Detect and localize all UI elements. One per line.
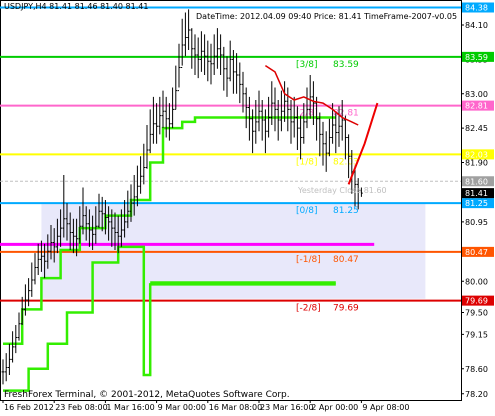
y-tick-label: 79.15 xyxy=(465,330,488,339)
y-tick-label: 80.00 xyxy=(465,277,488,286)
murray-level-value: 79.69 xyxy=(333,304,359,314)
murray-level-label: [-2/8] xyxy=(296,304,321,314)
price-tag-text: 82.81 xyxy=(465,102,488,111)
murray-level-value: 81.25 xyxy=(333,206,359,216)
y-tick-label: 83.00 xyxy=(465,90,488,99)
current-price-tag-text: 81.41 xyxy=(465,189,488,198)
x-tick-label: 9 Mar 00:00 xyxy=(158,403,206,412)
murray-level-value: 83.59 xyxy=(333,60,359,70)
x-tick-label: 2 Apr 00:00 xyxy=(311,403,358,412)
y-tick-label: 79.50 xyxy=(465,309,488,318)
y-tick-label: 84.10 xyxy=(465,21,488,30)
x-tick-label: 1 Mar 16:00 xyxy=(106,403,154,412)
y-tick-label: 81.90 xyxy=(465,159,488,168)
price-tag-text: 81.25 xyxy=(465,199,488,208)
price-tag-text: 84.38 xyxy=(465,4,488,13)
murray-level-label: [3/8] xyxy=(296,60,318,70)
yesterday-close-label: Yesterday Close 81.60 xyxy=(297,186,387,195)
x-tick-label: 23 Mar 16:00 xyxy=(260,403,313,412)
copyright-text: FreshForex Terminal, © 2001-2012, MetaQu… xyxy=(4,390,290,400)
x-tick-label: 23 Feb 08:00 xyxy=(55,403,107,412)
y-tick-label: 78.60 xyxy=(465,365,488,374)
price-tag-text: 79.69 xyxy=(465,297,488,306)
indicator-info: DateTime: 2012.04.09 09:40 Price: 81.41 … xyxy=(196,12,457,21)
murray-level-label: [0/8] xyxy=(296,206,318,216)
current-price-tag-text: 81.60 xyxy=(465,177,488,186)
murray-level-label: [1/8] xyxy=(296,157,318,167)
y-tick-label: 78.20 xyxy=(465,390,488,399)
y-tick-label: 80.95 xyxy=(465,218,488,227)
y-tick-label: 82.45 xyxy=(465,124,488,133)
x-tick-label: 16 Mar 08:00 xyxy=(209,403,262,412)
x-tick-label: 9 Apr 08:00 xyxy=(362,403,409,412)
price-chart[interactable]: [3/8]83.59[2/8]82.81[1/8]82.03[0/8]81.25… xyxy=(0,0,495,416)
price-tag-text: 83.59 xyxy=(465,53,488,62)
murray-level-label: [-1/8] xyxy=(296,255,321,265)
x-tick-label: 16 Feb 2012 xyxy=(4,403,54,412)
price-tag-text: 82.03 xyxy=(465,150,488,159)
murray-level-value: 80.47 xyxy=(333,255,359,265)
chart-symbol-info: USDJPY,H4 81.41 81.46 81.40 81.41 xyxy=(4,2,148,11)
price-tag-text: 80.47 xyxy=(465,248,488,257)
